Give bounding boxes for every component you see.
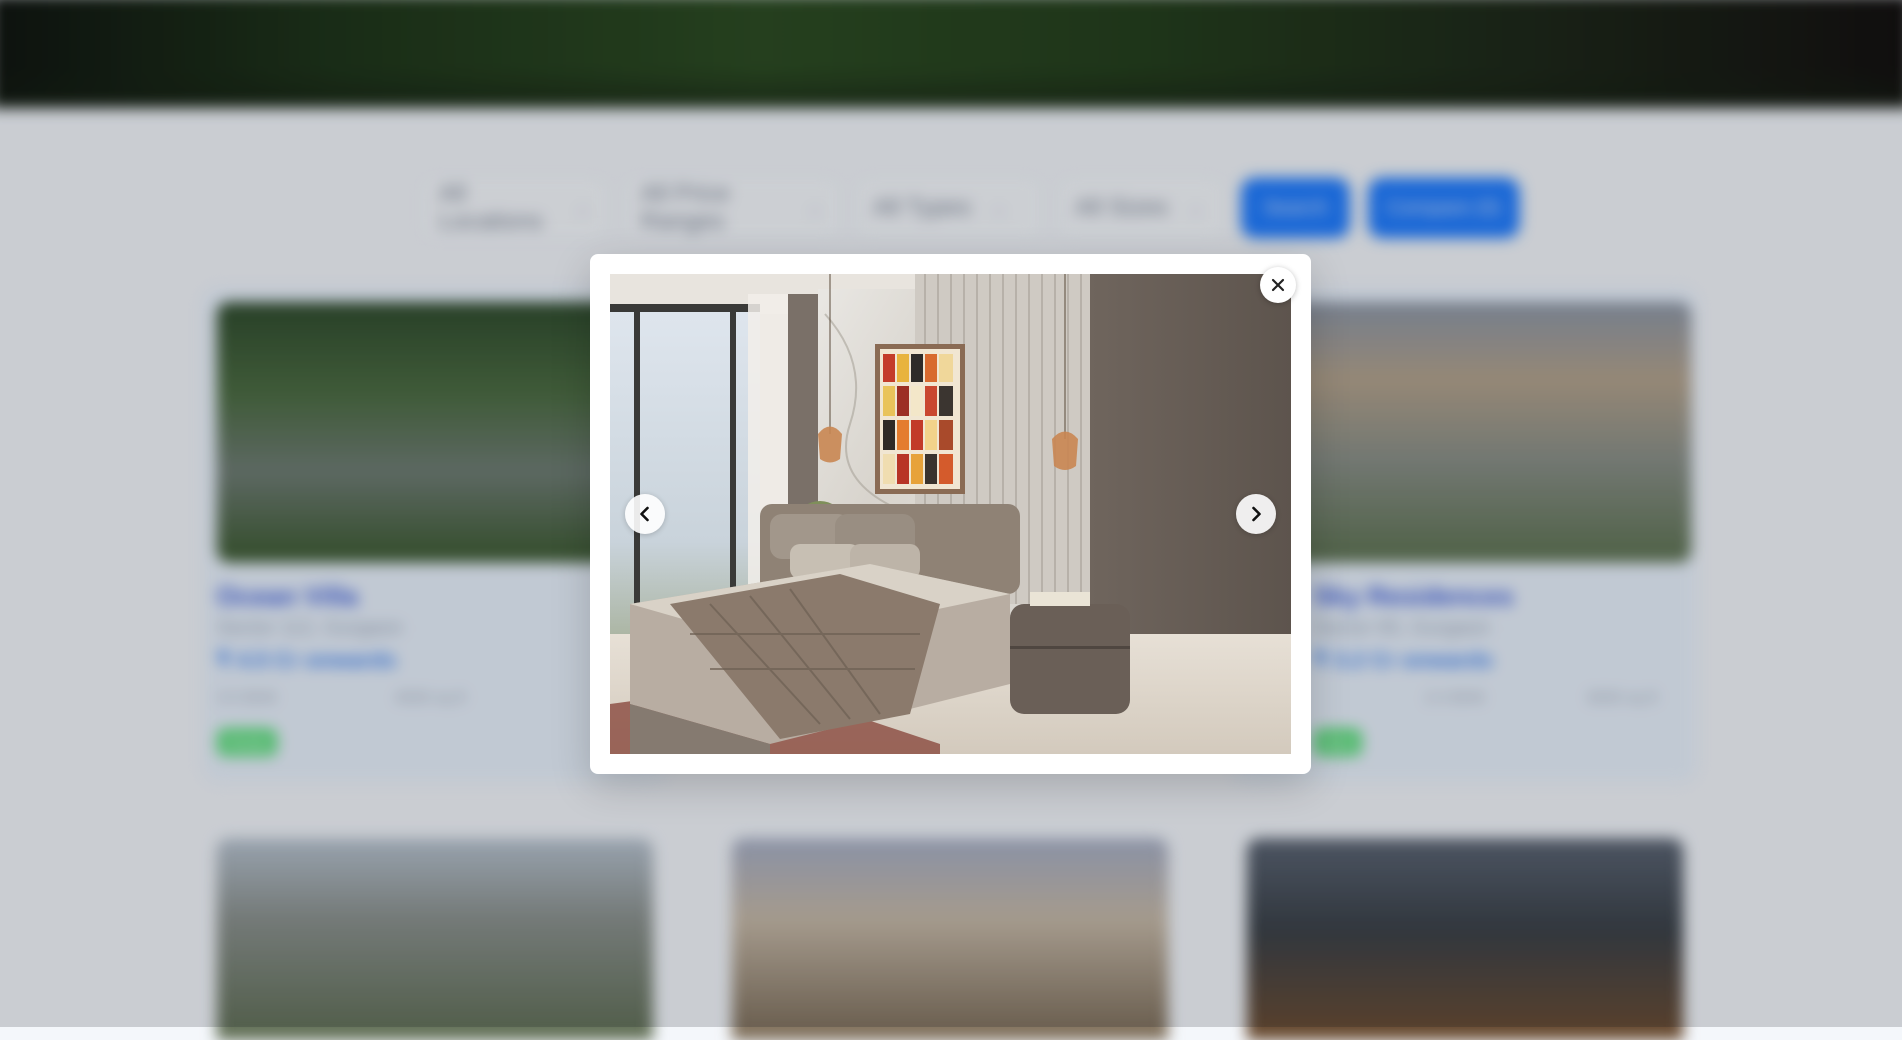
chevron-right-icon <box>1252 506 1261 522</box>
close-button[interactable] <box>1260 267 1296 303</box>
previous-image-button[interactable] <box>625 494 665 534</box>
close-icon <box>1271 278 1285 292</box>
next-image-button[interactable] <box>1236 494 1276 534</box>
gallery-image <box>610 274 1291 754</box>
image-gallery-modal <box>590 254 1311 774</box>
chevron-left-icon <box>640 506 649 522</box>
bedroom-render <box>610 274 1291 754</box>
